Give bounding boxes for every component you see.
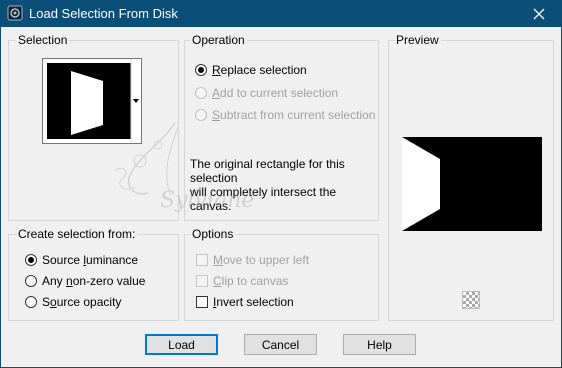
checkbox-indicator <box>196 296 208 308</box>
help-button[interactable]: Help <box>343 334 416 355</box>
move-to-upper-left-checkbox[interactable]: Move to upper left <box>196 252 309 268</box>
radio-indicator <box>195 87 207 99</box>
invert-selection-checkbox[interactable]: Invert selection <box>196 294 294 310</box>
any-non-zero-value-radio[interactable]: Any non-zero value <box>25 273 145 289</box>
clip-to-canvas-label: Clip to canvas <box>213 274 289 288</box>
source-luminance-radio[interactable]: Source luminance <box>25 252 138 268</box>
radio-indicator <box>25 275 37 287</box>
close-button[interactable] <box>516 0 562 27</box>
invert-selection-label: Invert selection <box>213 295 294 309</box>
radio-indicator <box>195 109 207 121</box>
intersect-note: The original rectangle for this selectio… <box>190 157 380 213</box>
subtract-from-selection-label: Subtract from current selection <box>212 108 376 122</box>
create-from-group-title: Create selection from: <box>16 227 138 241</box>
selection-thumbnail <box>47 59 141 143</box>
radio-indicator <box>25 296 37 308</box>
selection-thumbnail-dropdown[interactable] <box>42 58 142 144</box>
add-to-selection-label: Add to current selection <box>212 86 339 100</box>
replace-selection-radio[interactable]: Replace selection <box>195 62 307 78</box>
transparency-checker-icon[interactable] <box>462 291 480 309</box>
radio-indicator <box>25 254 37 266</box>
preview-image <box>402 137 542 231</box>
clip-to-canvas-checkbox[interactable]: Clip to canvas <box>196 273 288 289</box>
subtract-from-selection-radio[interactable]: Subtract from current selection <box>195 107 375 123</box>
selection-group-title: Selection <box>16 33 70 47</box>
checkbox-indicator <box>196 275 208 287</box>
note-line-2: will completely intersect the canvas. <box>190 185 337 213</box>
window-frame-left <box>0 27 1 368</box>
options-group-title: Options <box>190 227 236 241</box>
window-title: Load Selection From Disk <box>29 6 178 21</box>
app-icon <box>7 5 23 21</box>
close-icon <box>533 8 545 19</box>
source-luminance-label: Source luminance <box>42 253 139 267</box>
any-non-zero-value-label: Any non-zero value <box>42 274 146 288</box>
operation-group-title: Operation <box>190 33 247 47</box>
cancel-button[interactable]: Cancel <box>244 334 317 355</box>
replace-selection-label: Replace selection <box>212 63 307 77</box>
add-to-selection-radio[interactable]: Add to current selection <box>195 85 338 101</box>
move-to-upper-left-label: Move to upper left <box>213 253 310 267</box>
preview-group-title: Preview <box>394 33 441 47</box>
source-opacity-label: Source opacity <box>42 295 122 309</box>
radio-indicator <box>195 64 207 76</box>
load-button[interactable]: Load <box>145 334 218 355</box>
note-line-1: The original rectangle for this selectio… <box>190 157 345 185</box>
checkbox-indicator <box>196 254 208 266</box>
source-opacity-radio[interactable]: Source opacity <box>25 294 121 310</box>
title-bar: Load Selection From Disk <box>0 0 562 27</box>
